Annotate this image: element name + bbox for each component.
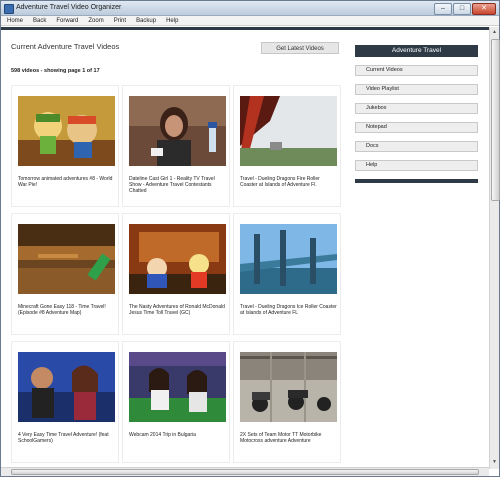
video-card[interactable]: Travel - Dueling Dragons Fire Roller Coa…	[233, 85, 341, 207]
scroll-up-icon[interactable]: ▲	[491, 28, 498, 37]
menu-back[interactable]: Back	[33, 16, 46, 26]
video-caption[interactable]: Tomorrow animated adventures #8 - World …	[18, 176, 116, 188]
page-title: Current Adventure Travel Videos	[11, 42, 120, 51]
app-window: Adventure Travel Video Organizer – □ ✕ H…	[0, 0, 500, 477]
track-thumbnail-icon[interactable]	[240, 224, 337, 294]
get-latest-videos-button[interactable]: Get Latest Videos	[261, 42, 339, 54]
cartoon-thumbnail-icon[interactable]	[18, 96, 115, 166]
video-caption[interactable]: Webcam 2014 Trip in Bulgaria	[129, 432, 227, 438]
woman-thumbnail-icon[interactable]	[129, 96, 226, 166]
sidebar-item-help[interactable]: Help	[355, 160, 478, 171]
vertical-scrollbar[interactable]: ▲ ▼	[489, 27, 500, 469]
minecraft-thumbnail-icon[interactable]	[18, 224, 115, 294]
video-caption[interactable]: Travel - Dueling Dragons Fire Roller Coa…	[240, 176, 338, 188]
app-icon	[4, 4, 14, 14]
video-caption[interactable]: Minecraft Gone Easy 118 - Time Travel! (…	[18, 304, 116, 316]
sidebar-item-notepad[interactable]: Notepad	[355, 122, 478, 133]
menu-backup[interactable]: Backup	[136, 16, 156, 26]
minimize-button[interactable]: –	[434, 3, 452, 15]
scroll-down-icon[interactable]: ▼	[491, 458, 498, 467]
girls-thumbnail-icon[interactable]	[129, 352, 226, 422]
maximize-button[interactable]: □	[453, 3, 471, 15]
sidebar-item-video-playlist[interactable]: Video Playlist	[355, 84, 478, 95]
window-title: Adventure Travel Video Organizer	[16, 4, 122, 11]
sidebar-item-jukebox[interactable]: Jukebox	[355, 103, 478, 114]
people-thumbnail-icon[interactable]	[18, 352, 115, 422]
video-card[interactable]: 4 Very Easy Time Travel Adventure! (feat…	[11, 341, 119, 463]
horizontal-scroll-thumb[interactable]	[11, 469, 479, 475]
motorbikes-thumbnail-icon[interactable]	[240, 352, 337, 422]
main-content: Current Adventure Travel Videos Get Late…	[1, 27, 489, 472]
video-caption[interactable]: 4 Very Easy Time Travel Adventure! (feat…	[18, 432, 116, 444]
video-count: 598 videos - showing page 1 of 17	[11, 68, 100, 74]
video-card[interactable]: Tomorrow animated adventures #8 - World …	[11, 85, 119, 207]
video-card[interactable]: Minecraft Gone Easy 118 - Time Travel! (…	[11, 213, 119, 335]
menu-print[interactable]: Print	[114, 16, 126, 26]
coaster-thumbnail-icon[interactable]	[240, 96, 337, 166]
video-caption[interactable]: Travel - Dueling Dragons Ice Roller Coas…	[240, 304, 338, 316]
sidebar-title: Adventure Travel	[355, 45, 478, 57]
sidebar-item-docs[interactable]: Docs	[355, 141, 478, 152]
window-controls: – □ ✕	[434, 3, 496, 15]
video-card[interactable]: Webcam 2014 Trip in Bulgaria	[122, 341, 230, 463]
video-card[interactable]: 2X Sets of Team Motor TT Motorbike Motoc…	[233, 341, 341, 463]
video-card[interactable]: The Nasty Adventures of Ronald McDonald …	[122, 213, 230, 335]
clown-thumbnail-icon[interactable]	[129, 224, 226, 294]
menu-forward[interactable]: Forward	[56, 16, 78, 26]
video-caption[interactable]: The Nasty Adventures of Ronald McDonald …	[129, 304, 227, 316]
sidebar: Adventure Travel Current Videos Video Pl…	[355, 45, 478, 183]
video-caption[interactable]: 2X Sets of Team Motor TT Motorbike Motoc…	[240, 432, 338, 444]
menu-zoom[interactable]: Zoom	[88, 16, 103, 26]
close-button[interactable]: ✕	[472, 3, 496, 15]
video-grid: Tomorrow animated adventures #8 - World …	[11, 85, 343, 463]
horizontal-scrollbar[interactable]	[1, 467, 489, 476]
vertical-scroll-thumb[interactable]	[491, 39, 500, 201]
menu-help[interactable]: Help	[166, 16, 178, 26]
sidebar-footer-bar	[355, 179, 478, 183]
video-card[interactable]: Travel - Dueling Dragons Ice Roller Coas…	[233, 213, 341, 335]
sidebar-item-current-videos[interactable]: Current Videos	[355, 65, 478, 76]
title-bar[interactable]: Adventure Travel Video Organizer – □ ✕	[1, 1, 499, 16]
video-caption[interactable]: Dateline Cast Girl 1 - Reality TV Travel…	[129, 176, 227, 194]
menu-home[interactable]: Home	[7, 16, 23, 26]
video-card[interactable]: Dateline Cast Girl 1 - Reality TV Travel…	[122, 85, 230, 207]
menu-bar: Home Back Forward Zoom Print Backup Help	[1, 16, 499, 26]
